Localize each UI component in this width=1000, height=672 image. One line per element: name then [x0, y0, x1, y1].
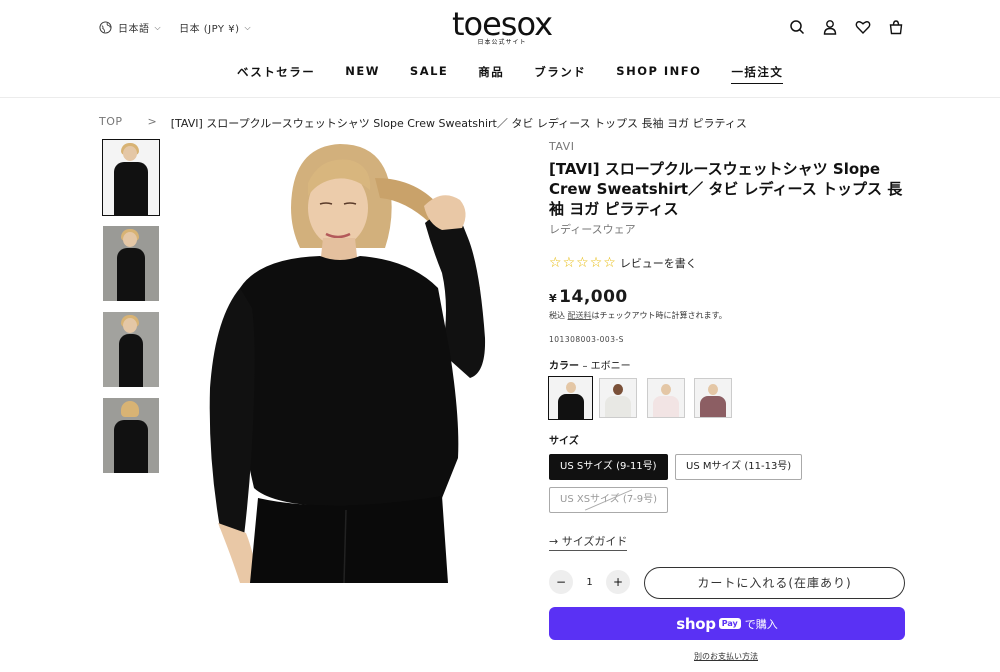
nav-item-shop-info[interactable]: SHOP INFO [616, 64, 701, 84]
size-option-xs[interactable]: US XSサイズ (7-9号) [549, 487, 669, 513]
rating-stars: ☆ ☆ ☆ ☆ ☆ [549, 256, 617, 270]
wishlist-icon[interactable] [855, 19, 871, 35]
color-swatch-3[interactable] [647, 378, 685, 418]
breadcrumb-separator: > [147, 115, 157, 128]
color-label: カラー – エボニー [549, 357, 631, 372]
add-to-cart-button[interactable]: カートに入れる(在庫あり) [644, 567, 905, 599]
star-outline-icon: ☆ [589, 255, 603, 271]
product-main-image[interactable] [180, 138, 530, 583]
account-icon[interactable] [822, 19, 838, 35]
product-thumbnail-4[interactable] [102, 397, 160, 474]
nav-item-brand[interactable]: ブランド [534, 64, 586, 84]
star-outline-icon: ☆ [576, 255, 589, 271]
globe-icon [99, 21, 112, 34]
nav-item-new[interactable]: NEW [345, 64, 380, 84]
cart-icon[interactable] [888, 19, 904, 35]
other-payment-link[interactable]: 別のお支払い方法 [694, 651, 758, 662]
star-outline-icon: ☆ [603, 255, 616, 271]
tax-prefix: 税込 [549, 311, 565, 320]
color-label-text: カラー [549, 361, 579, 372]
currency-select[interactable]: 日本 (JPY ¥) [179, 20, 239, 35]
sold-out-strike [584, 489, 633, 511]
qty-decrease-button[interactable]: − [549, 570, 573, 594]
size-option-m[interactable]: US Mサイズ (11-13号) [675, 454, 803, 480]
shoppay-badge: Pay [718, 618, 741, 629]
search-icon[interactable] [789, 19, 805, 35]
chevron-down-icon: ⌵ [154, 22, 162, 32]
color-value: – エボニー [582, 361, 631, 372]
size-guide-link[interactable]: → サイズガイド [549, 533, 628, 551]
size-option-s[interactable]: US Sサイズ (9-11号) [549, 454, 668, 480]
site-logo[interactable]: toesox 日本公式サイト [444, 8, 560, 48]
header-actions [789, 19, 904, 35]
quantity-field[interactable]: 1 [573, 577, 606, 588]
star-outline-icon: ☆ [562, 255, 576, 271]
breadcrumb-current: [TAVI] スロープクルースウェットシャツ Slope Crew Sweats… [170, 117, 747, 130]
product-brand[interactable]: TAVI [549, 140, 574, 153]
language-select[interactable]: 日本語 [118, 20, 150, 35]
chevron-down-icon: ⌵ [244, 22, 252, 32]
size-label: サイズ [549, 436, 579, 447]
product-thumbnail-2[interactable] [102, 225, 160, 302]
write-review-link[interactable]: レビューを書く [620, 255, 697, 271]
nav-item-bulk-order[interactable]: 一括注文 [731, 64, 784, 84]
logo-text: toesox [451, 5, 553, 43]
color-swatch-4[interactable] [694, 378, 732, 418]
product-price: ¥14,000 [549, 287, 628, 307]
site-header: 日本語 ⌵ 日本 (JPY ¥) ⌵ toesox 日本公式サイト ベストセラー… [0, 0, 1000, 98]
locale-selector: 日本語 ⌵ 日本 (JPY ¥) ⌵ [99, 20, 251, 35]
product-sku: 101308003-003-S [549, 335, 624, 344]
breadcrumb-home[interactable]: TOP [99, 115, 123, 131]
product-category: レディースウェア [549, 223, 636, 236]
shipping-link[interactable]: 配送料 [568, 311, 592, 320]
color-swatch-2[interactable] [599, 378, 637, 418]
tax-suffix: はチェックアウト時に計算されます。 [591, 311, 727, 320]
price-value: 14,000 [559, 287, 628, 307]
qty-increase-button[interactable]: + [606, 570, 630, 594]
quantity-stepper: − 1 + [549, 570, 630, 594]
nav-item-products[interactable]: 商品 [478, 64, 504, 84]
product-thumbnail-3[interactable] [102, 311, 160, 388]
shoppay-action: で購入 [744, 617, 778, 631]
main-nav: ベストセラー NEW SALE 商品 ブランド SHOP INFO 一括注文 [237, 64, 784, 84]
product-title: [TAVI] スロープクルースウェットシャツ Slope Crew Sweats… [549, 160, 903, 218]
shop-pay-button[interactable]: shop Pay で購入 [549, 607, 905, 640]
breadcrumb: TOP > [TAVI] スロープクルースウェットシャツ Slope Crew … [99, 115, 747, 131]
color-swatch-ebony[interactable] [548, 376, 593, 420]
product-thumbnail-1[interactable] [102, 139, 160, 216]
nav-item-bestseller[interactable]: ベストセラー [237, 64, 315, 84]
star-outline-icon: ☆ [549, 255, 562, 271]
shoppay-logo: shop [676, 614, 716, 633]
product-rating: ☆ ☆ ☆ ☆ ☆ レビューを書く [549, 255, 697, 271]
tax-note: 税込 配送料はチェックアウト時に計算されます。 [549, 310, 727, 321]
model-photo [209, 144, 486, 583]
nav-item-sale[interactable]: SALE [410, 64, 448, 84]
price-currency: ¥ [549, 292, 558, 305]
